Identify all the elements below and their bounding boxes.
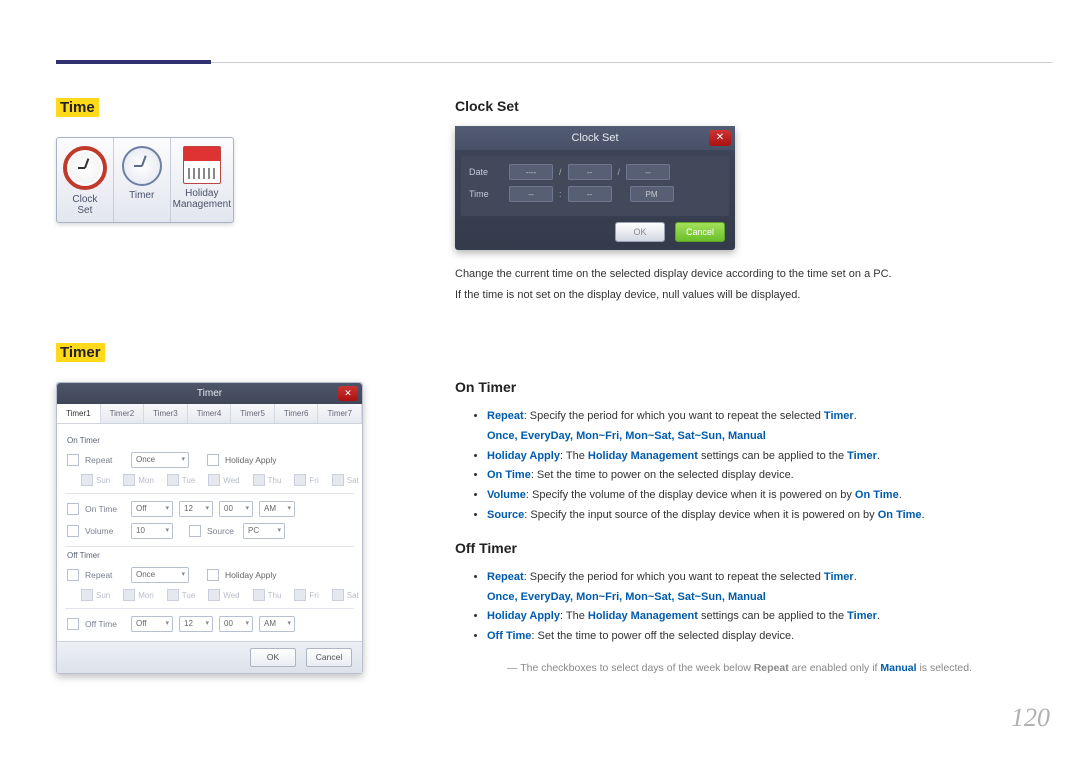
date-day[interactable]: -- <box>626 164 670 180</box>
holiday-label: HolidayManagement <box>173 188 231 210</box>
volume-checkbox[interactable] <box>67 525 79 537</box>
offtime-label: Off Time <box>85 619 125 629</box>
close-icon[interactable]: ✕ <box>338 386 358 401</box>
timer-tabs: Timer1 Timer2 Timer3 Timer4 Timer5 Timer… <box>57 404 362 424</box>
clockset-desc1: Change the current time on the selected … <box>455 266 1015 283</box>
tab-timer4[interactable]: Timer4 <box>188 404 232 423</box>
cancel-button[interactable]: Cancel <box>306 648 352 667</box>
tab-timer3[interactable]: Timer3 <box>144 404 188 423</box>
ok-button[interactable]: OK <box>250 648 296 667</box>
clockset-title: Clock Set <box>571 132 618 144</box>
offtimer-list: Repeat: Specify the period for which you… <box>455 568 1015 647</box>
ontime-off[interactable]: Off <box>131 501 173 517</box>
clockset-dialog: Clock Set ✕ Date ---- / -- / -- Time -- … <box>455 126 735 250</box>
tab-timer6[interactable]: Timer6 <box>275 404 319 423</box>
repeat2-checkbox[interactable] <box>67 569 79 581</box>
repeat-select[interactable]: Once <box>131 452 189 468</box>
source-checkbox[interactable] <box>189 525 201 537</box>
off-timer-section: Off Timer <box>67 551 352 560</box>
heading-timer: Timer <box>56 343 105 362</box>
timer-title: Timer <box>197 388 222 399</box>
holiday2-checkbox[interactable] <box>207 569 219 581</box>
time-min[interactable]: -- <box>568 186 612 202</box>
calendar-icon <box>183 146 221 184</box>
ontime-hour[interactable]: 12 <box>179 501 213 517</box>
time-label: Time <box>469 189 503 199</box>
time-pm[interactable]: PM <box>630 186 674 202</box>
volume-label: Volume <box>85 526 125 536</box>
ontime-label: On Time <box>85 504 125 514</box>
source-label: Source <box>207 526 237 536</box>
tab-timer2[interactable]: Timer2 <box>101 404 145 423</box>
heading-time: Time <box>56 98 99 117</box>
tab-timer7[interactable]: Timer7 <box>318 404 362 423</box>
note: The checkboxes to select days of the wee… <box>507 661 1015 677</box>
date-label: Date <box>469 167 503 177</box>
tab-timer1[interactable]: Timer1 <box>57 404 101 423</box>
time-icons-panel: ClockSet Timer HolidayManagement <box>56 137 234 223</box>
holiday-label: Holiday Apply <box>225 455 277 465</box>
heading-clockset: Clock Set <box>455 98 1015 114</box>
date-month[interactable]: -- <box>568 164 612 180</box>
clock-set-label: ClockSet <box>59 194 111 216</box>
timer-label: Timer <box>116 190 168 201</box>
page-number: 120 <box>1011 703 1050 733</box>
ontime-checkbox[interactable] <box>67 503 79 515</box>
repeat2-select[interactable]: Once <box>131 567 189 583</box>
ok-button[interactable]: OK <box>615 222 665 242</box>
ontime-min[interactable]: 00 <box>219 501 253 517</box>
source-val[interactable]: PC <box>243 523 285 539</box>
clock-set-button[interactable]: ClockSet <box>57 138 114 222</box>
volume-val[interactable]: 10 <box>131 523 173 539</box>
ontime-ampm[interactable]: AM <box>259 501 295 517</box>
ontimer-list: Repeat: Specify the period for which you… <box>455 407 1015 526</box>
close-icon[interactable]: ✕ <box>709 130 731 146</box>
holiday-checkbox[interactable] <box>207 454 219 466</box>
heading-offtimer: Off Timer <box>455 540 1015 556</box>
timer-icon <box>122 146 162 186</box>
timer-button[interactable]: Timer <box>114 138 171 222</box>
clockset-desc2: If the time is not set on the display de… <box>455 287 1015 304</box>
tab-timer5[interactable]: Timer5 <box>231 404 275 423</box>
time-hr[interactable]: -- <box>509 186 553 202</box>
offtime-checkbox[interactable] <box>67 618 79 630</box>
cancel-button[interactable]: Cancel <box>675 222 725 242</box>
timer-dialog: Timer ✕ Timer1 Timer2 Timer3 Timer4 Time… <box>56 382 363 674</box>
repeat-checkbox[interactable] <box>67 454 79 466</box>
date-year[interactable]: ---- <box>509 164 553 180</box>
holiday-button[interactable]: HolidayManagement <box>171 138 233 222</box>
repeat-label: Repeat <box>85 455 125 465</box>
on-timer-section: On Timer <box>67 436 352 445</box>
heading-ontimer: On Timer <box>455 379 1015 395</box>
clock-icon <box>63 146 107 190</box>
